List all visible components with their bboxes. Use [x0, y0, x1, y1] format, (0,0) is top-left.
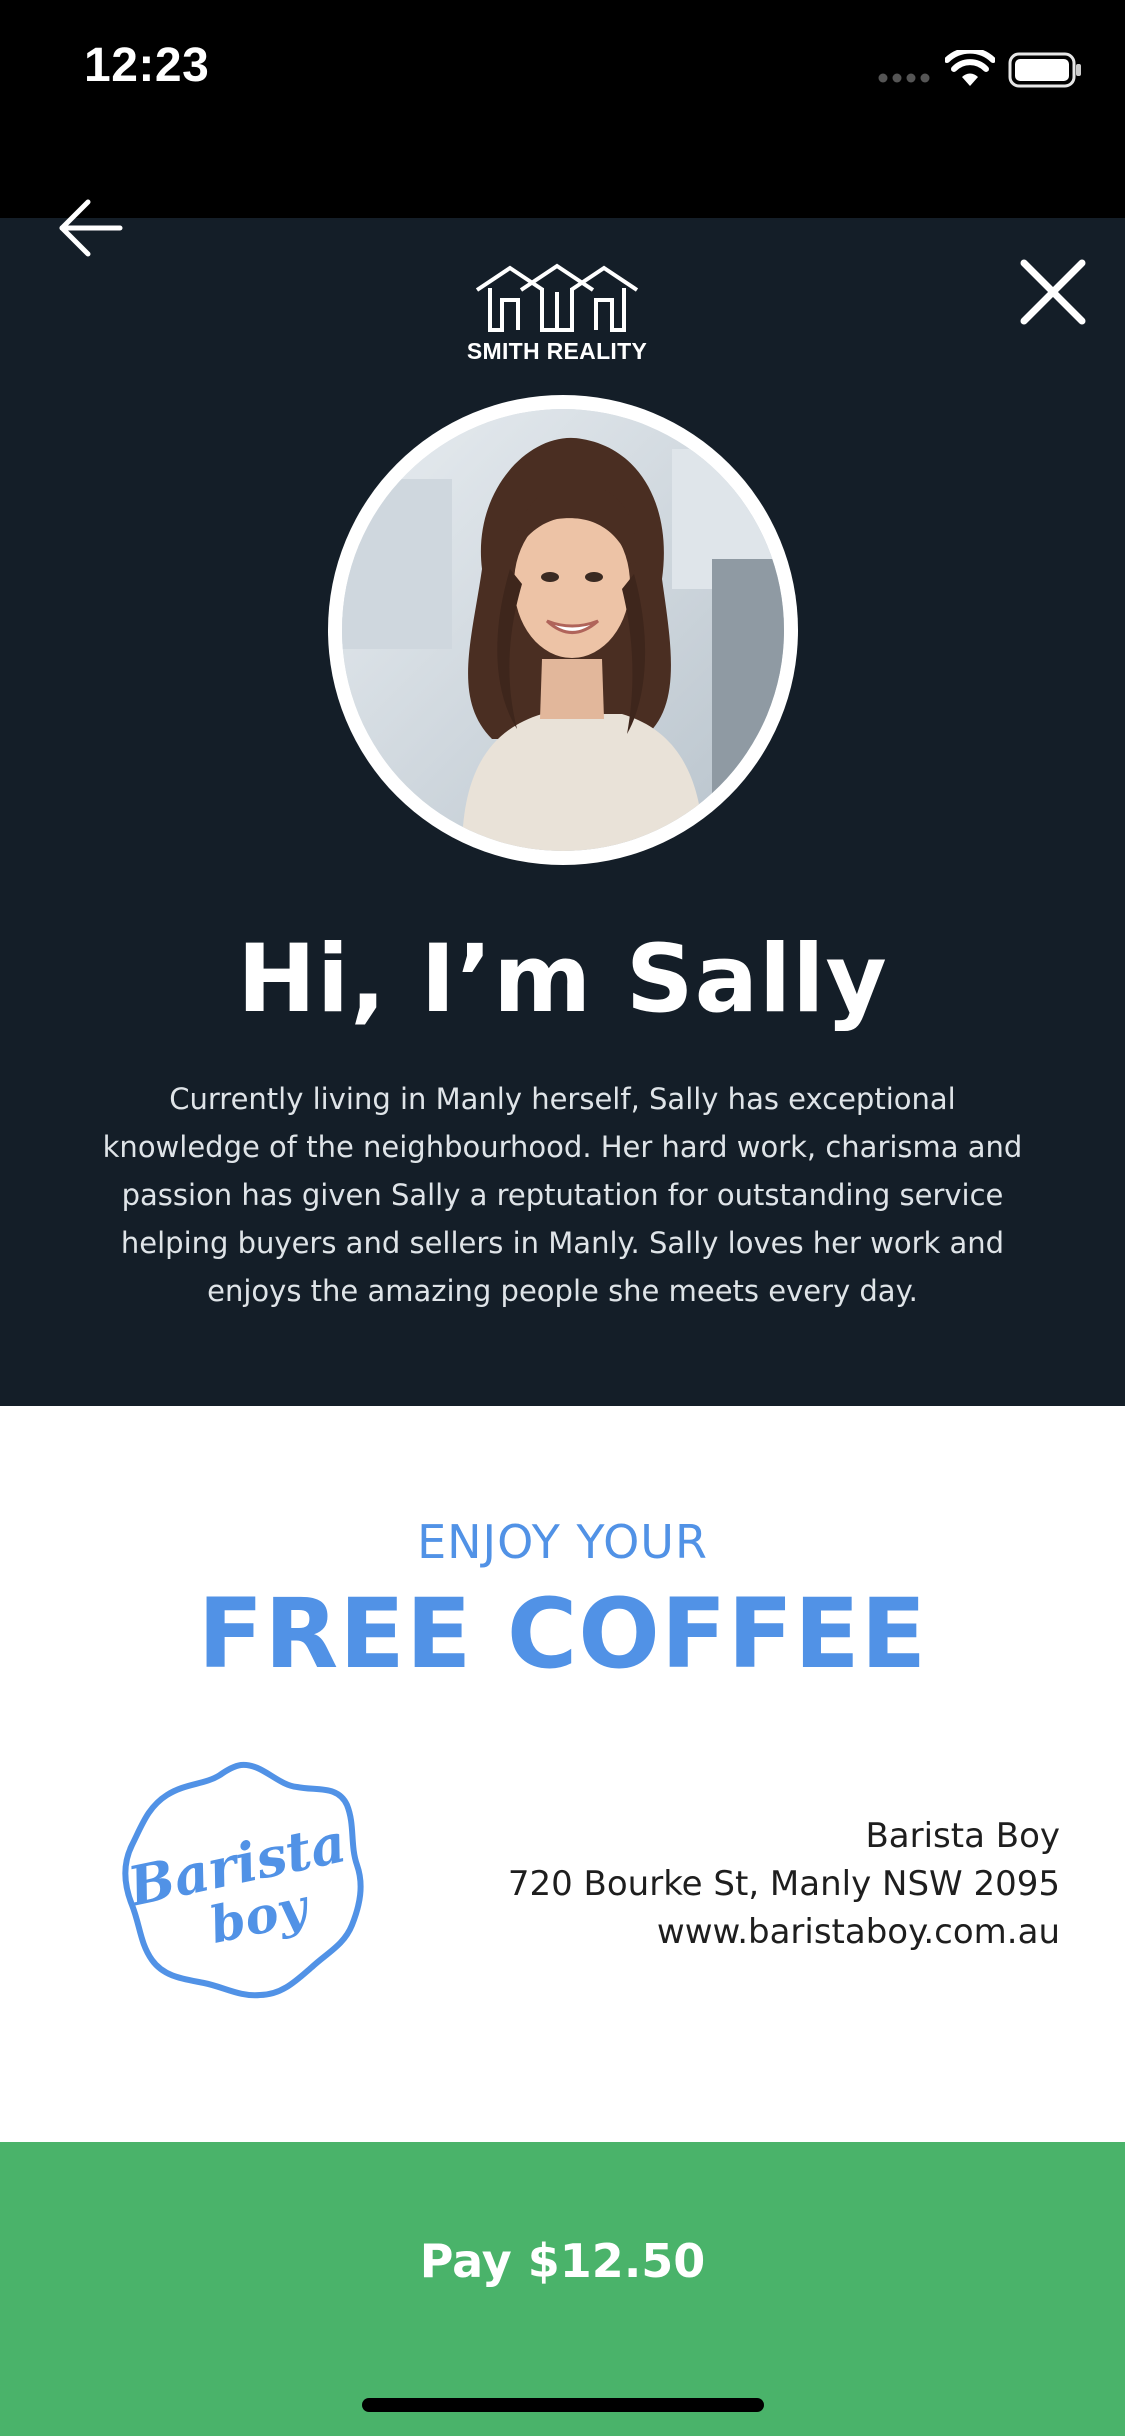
app-screen: 12:23 SMITH REALITY Hi, I’m Sally Curren…: [0, 0, 1125, 2436]
status-bar: 12:23: [0, 0, 1125, 218]
merchant-website[interactable]: www.baristaboy.com.au: [360, 1908, 1060, 1956]
arrow-left-icon[interactable]: [54, 195, 124, 261]
merchant-info: Barista Boy 720 Bourke St, Manly NSW 209…: [360, 1812, 1060, 1956]
home-indicator: [362, 2398, 764, 2412]
pay-button[interactable]: Pay $12.50: [0, 2142, 1125, 2436]
pay-button-label: Pay $12.50: [419, 2234, 706, 2288]
wifi-icon: [945, 50, 995, 86]
close-icon[interactable]: [1018, 257, 1088, 327]
merchant-name: Barista Boy: [865, 1816, 1060, 1856]
agent-bio: Currently living in Manly herself, Sally…: [102, 1082, 1023, 1308]
agent-greeting: Hi, I’m Sally: [237, 925, 888, 1034]
status-time: 12:23: [84, 39, 210, 92]
brand-name: SMITH REALITY: [466, 338, 648, 364]
house-roof-logo: [475, 263, 639, 332]
battery-icon: [1008, 52, 1081, 88]
merchant-seal-shape: Barista boy: [121, 1761, 364, 1999]
merchant-address: 720 Bourke St, Manly NSW 2095: [507, 1864, 1060, 1904]
agent-portrait-image: [342, 409, 784, 851]
offer-title: FREE COFFEE: [197, 1578, 928, 1690]
brand-logo: SMITH REALITY: [462, 262, 652, 372]
agent-avatar: [328, 395, 798, 865]
cellular-signal-icon: [878, 73, 930, 83]
merchant-logo: Barista boy: [112, 1755, 370, 2005]
offer-eyebrow: ENJOY YOUR: [417, 1515, 708, 1569]
agent-photo: [342, 409, 784, 851]
